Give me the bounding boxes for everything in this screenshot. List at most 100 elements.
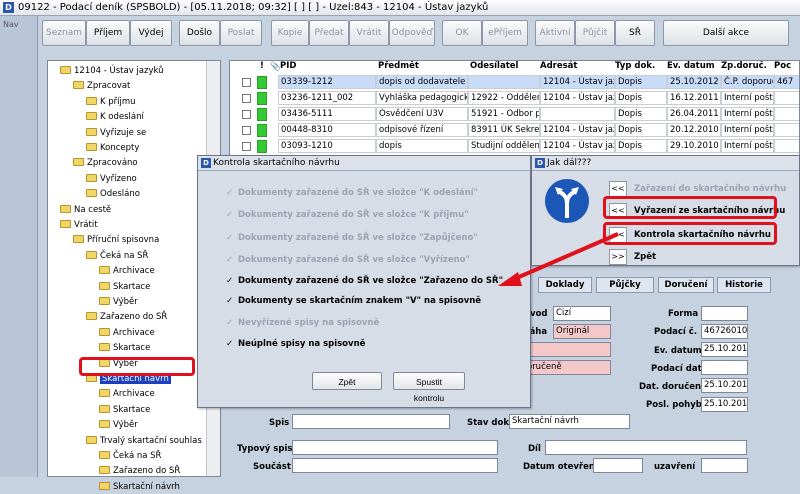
tree-item[interactable]: Trvalý skartační souhlas (86, 435, 202, 448)
grid-cell[interactable]: 83911 ÚK Sekretar (468, 123, 540, 137)
checkmark-icon[interactable]: ✓ (226, 186, 238, 200)
doslo-button[interactable]: Došlo (179, 20, 220, 46)
nav-strip[interactable]: Nav (0, 16, 38, 477)
grid-cell[interactable]: Dopis (615, 123, 667, 137)
vaha-field[interactable]: Originál (553, 324, 611, 339)
grid-cell[interactable]: Osvědčení U3V (376, 107, 468, 121)
kopie-button[interactable]: Kopie (271, 20, 309, 46)
nav-label[interactable]: Nav (3, 20, 19, 29)
puvod-field[interactable]: Cizí (553, 306, 611, 321)
tree-item[interactable]: Na cestě (60, 204, 111, 217)
stav-dok-field[interactable]: Skartační návrh (509, 414, 630, 429)
row-checkbox[interactable] (242, 78, 251, 87)
documents-grid[interactable]: ! PID Předmět Odesílatel Adresát Typ dok. Ev. … (229, 60, 800, 156)
checkmark-icon[interactable]: ✓ (226, 208, 238, 222)
tree-item[interactable]: Archivace (99, 388, 155, 401)
checkmark-icon[interactable]: ✓ (226, 294, 238, 308)
tree-item[interactable]: Vyřizuje se (86, 127, 146, 140)
row-checkbox[interactable] (242, 126, 251, 135)
grid-cell[interactable]: 00448-8310 (278, 123, 376, 137)
tree-item[interactable]: Zařazeno do SŘ (99, 465, 180, 478)
tree-item[interactable]: Čeká na SŘ (86, 250, 148, 263)
kontrola-option[interactable]: ✓ Dokumenty zařazené do SŘ ve složce "Vyř… (226, 253, 470, 267)
grid-cell[interactable]: 25.10.2012 (667, 75, 721, 89)
grid-header[interactable]: Typ dok. (615, 61, 655, 74)
grid-cell[interactable]: Dopis (615, 139, 667, 153)
grid-cell[interactable]: Dopis (615, 107, 667, 121)
grid-header[interactable]: Adresát (540, 61, 577, 74)
grid-cell[interactable]: 03436-5111 (278, 107, 376, 121)
grid-cell[interactable] (540, 107, 615, 121)
tree-item[interactable]: K odeslání (86, 111, 144, 124)
uzavreni-field[interactable] (701, 458, 748, 473)
checkmark-icon[interactable]: ✓ (226, 337, 238, 351)
grid-cell[interactable]: odpisové řízení (376, 123, 468, 137)
tree-item[interactable]: Skartace (99, 342, 150, 355)
ok-button[interactable]: OK (442, 20, 482, 46)
tree-item[interactable]: Čeká na SŘ (99, 450, 161, 463)
action-label[interactable]: Zpět (634, 248, 656, 266)
aktivni-button[interactable]: Aktivní (535, 20, 575, 46)
grid-header[interactable]: Poc (774, 61, 791, 74)
spis-field[interactable] (292, 414, 450, 429)
grid-cell[interactable] (774, 123, 799, 137)
grid-cell[interactable]: Interní pošta (721, 139, 774, 153)
tree-item[interactable]: Skartace (99, 281, 150, 294)
odpoved-button[interactable]: Odpověď (389, 20, 435, 46)
grid-cell[interactable]: Interní pošta (721, 123, 774, 137)
row-checkbox[interactable] (242, 110, 251, 119)
datum-otevreni-field[interactable] (593, 458, 643, 473)
zpet-button[interactable]: Zpět (312, 372, 382, 390)
grid-cell[interactable]: 29.10.2010 (667, 139, 721, 153)
tree-item[interactable]: 12104 - Ústav jazyků (60, 65, 164, 78)
tree-item[interactable]: Skartační návrh (99, 481, 180, 494)
row-checkbox[interactable] (242, 142, 251, 151)
row-checkbox[interactable] (242, 94, 251, 103)
jak-dal-dialog-title-bar[interactable]: D Jak dál??? (532, 156, 799, 171)
kontrola-option[interactable]: ✓ Dokumenty se skartačním znakem "V" na s… (226, 294, 481, 308)
tree-item[interactable]: Výběr (99, 419, 138, 432)
tree-item[interactable]: Odesláno (86, 188, 140, 201)
eprijem-button[interactable]: ePříjem (482, 20, 528, 46)
grid-cell[interactable]: 20.12.2010 (667, 123, 721, 137)
grid-cell[interactable]: 12104 - Ústav jazy (540, 75, 615, 89)
podaci-c-field[interactable]: 467260105 (701, 324, 748, 339)
kontrola-option[interactable]: ✓ Dokumenty zařazené do SŘ ve složce "Zař… (226, 274, 503, 288)
tree-item[interactable]: Archivace (99, 327, 155, 340)
grid-cell[interactable]: 03339-1212 (278, 75, 376, 89)
checkmark-icon[interactable]: ✓ (226, 274, 238, 288)
kontrola-option[interactable]: ✓ Dokumenty zařazené do SŘ ve složce "K p… (226, 208, 469, 222)
tree-item[interactable]: Zpracováno (73, 157, 138, 170)
posl-pohyb-field[interactable]: 25.10.2012 (701, 397, 748, 412)
tree-item[interactable]: Vrátit (60, 219, 98, 232)
grid-cell[interactable]: Dopis (615, 75, 667, 89)
grid-cell[interactable] (774, 107, 799, 121)
grid-header[interactable]: Ev. datum (667, 61, 715, 74)
kontrola-dialog-title-bar[interactable]: D Kontrola skartačního návrhu (198, 156, 530, 171)
kontrola-option[interactable]: ✓ Neúplné spisy na spisovně (226, 337, 365, 351)
kontrola-option[interactable]: ✓ Dokumenty zařazené do SŘ ve složce "Zap… (226, 231, 478, 245)
folder-tree[interactable]: 12104 - Ústav jazyků Zpracovat K příjmu K o… (47, 60, 221, 492)
grid-cell[interactable]: 16.12.2011 (667, 91, 721, 105)
seznam-button[interactable]: Seznam (42, 20, 86, 46)
grid-cell[interactable]: Dopis (615, 91, 667, 105)
grid-cell[interactable]: Č.P. doporuče (721, 75, 774, 89)
soucast-field[interactable] (292, 458, 498, 473)
tree-item[interactable]: K příjmu (86, 96, 136, 109)
tree-item[interactable]: Archivace (99, 265, 155, 278)
tree-item[interactable]: Příruční spisovna (73, 234, 159, 247)
dat-doruceni-field[interactable]: 25.10.2012 (701, 378, 748, 393)
grid-cell[interactable]: 51921 - Odbor pro (468, 107, 540, 121)
grid-header[interactable]: Předmět (378, 61, 419, 74)
kontrola-option[interactable]: ✓ Nevyřízené spisy na spisovně (226, 316, 379, 330)
grid-cell[interactable]: 467 (774, 75, 799, 89)
vratit-button[interactable]: Vrátit (349, 20, 389, 46)
ev-datum-field[interactable]: 25.10.2012 (701, 342, 748, 357)
tree-item[interactable]: Zpracovat (73, 80, 130, 93)
tree-item[interactable]: Koncepty (86, 142, 139, 155)
grid-cell[interactable] (774, 139, 799, 153)
forma-field[interactable] (701, 306, 748, 321)
tree-item[interactable]: Skartace (99, 404, 150, 417)
checkmark-icon[interactable]: ✓ (226, 231, 238, 245)
grid-cell[interactable] (468, 75, 540, 89)
